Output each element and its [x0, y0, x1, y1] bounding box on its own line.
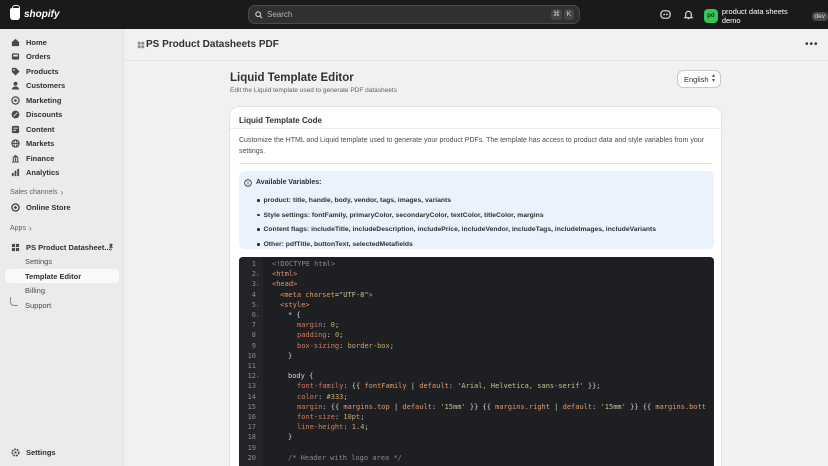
- variable-item: product: title, handle, body, vendor, ta…: [256, 193, 656, 208]
- gear-icon: [11, 447, 20, 457]
- sales-channels-label: Sales channels: [10, 189, 58, 196]
- store-name: product data sheets demo: [721, 7, 788, 25]
- nav-online-store[interactable]: Online Store: [5, 200, 119, 214]
- top-bar: shopify Search ⌘ K pd product data sheet…: [0, 0, 828, 29]
- nav-label: Marketing: [26, 95, 62, 105]
- pin-icon[interactable]: [107, 243, 115, 251]
- nav-label: Markets: [26, 139, 55, 148]
- chevron-right-icon: ›: [28, 224, 32, 233]
- fold-icon[interactable]: ⌄: [256, 371, 260, 381]
- nav-analytics[interactable]: Analytics: [5, 166, 119, 180]
- search-placeholder: Search: [267, 10, 293, 19]
- info-icon: [244, 179, 252, 187]
- person-icon: [11, 81, 20, 90]
- nav-content[interactable]: Content: [5, 122, 119, 136]
- tag-icon: [11, 67, 20, 76]
- divider: [230, 128, 721, 129]
- app-grid-icon: [137, 41, 145, 49]
- nav-markets[interactable]: Markets: [5, 137, 119, 151]
- shortcut-key-k: K: [564, 9, 574, 20]
- fold-icon[interactable]: ⌄: [256, 310, 260, 320]
- subnav-settings[interactable]: Settings: [5, 255, 119, 269]
- divider: [239, 163, 712, 164]
- language-value: English: [684, 74, 709, 84]
- nav-label: Finance: [26, 153, 55, 163]
- brand-name: shopify: [24, 8, 60, 20]
- discount-icon: [11, 110, 20, 119]
- search-icon: [255, 10, 263, 19]
- fold-icon[interactable]: ⌄: [256, 300, 260, 310]
- apps-label: Apps: [10, 225, 26, 232]
- fold-icon[interactable]: ⌄: [256, 269, 260, 279]
- nav-customers[interactable]: Customers: [5, 79, 119, 93]
- nav-discounts[interactable]: Discounts: [5, 108, 119, 122]
- info-title: Available Variables:: [256, 179, 322, 186]
- home-icon: [11, 38, 20, 46]
- apps-heading[interactable]: Apps ›: [10, 224, 32, 233]
- page-title: Liquid Template Editor: [230, 72, 354, 84]
- nav-label: Settings: [26, 447, 56, 457]
- code-editor[interactable]: 1 <!DOCTYPE html> 2 ⌄ <html> 3 ⌄ <head> 4 <met…: [239, 257, 714, 466]
- subnav-support[interactable]: Support: [5, 298, 119, 312]
- nav-label: Home: [26, 37, 47, 47]
- nav-settings[interactable]: Settings: [5, 445, 119, 459]
- app-grid-icon: [11, 243, 20, 251]
- shortcut-key-cmd: ⌘: [551, 9, 562, 20]
- target-icon: [11, 95, 20, 105]
- page-subtitle: Edit the Liquid template used to generat…: [230, 87, 397, 94]
- nav-label: PS Product Datasheet...: [26, 242, 111, 252]
- subnav-billing[interactable]: Billing: [5, 284, 119, 298]
- card-title: Liquid Template Code: [239, 116, 322, 125]
- chevron-right-icon: ›: [60, 188, 64, 197]
- nav-products[interactable]: Products: [5, 64, 119, 78]
- store-icon: [11, 202, 20, 212]
- sales-channels-heading[interactable]: Sales channels ›: [10, 188, 63, 197]
- nav-app-ps-product-datasheets[interactable]: PS Product Datasheet...: [5, 240, 119, 254]
- language-select[interactable]: English ▴ ▾: [677, 70, 721, 88]
- sidekick-icon[interactable]: [660, 9, 671, 20]
- nav-finance[interactable]: Finance: [5, 151, 119, 165]
- subnav-template-editor[interactable]: Template Editor: [5, 269, 119, 283]
- nav-label: Analytics: [26, 168, 60, 177]
- template-card: Liquid Template Code Customize the HTML …: [230, 107, 721, 466]
- variable-item: Content flags: includeTitle, includeDesc…: [256, 222, 657, 237]
- finance-icon: [11, 154, 20, 163]
- nav-label: Online Store: [26, 202, 71, 212]
- shopify-bag-icon: [10, 5, 20, 20]
- nav-label: Orders: [26, 52, 51, 61]
- store-avatar: pd: [704, 9, 718, 23]
- content-icon: [11, 125, 20, 133]
- fold-icon[interactable]: ⌄: [256, 279, 260, 289]
- nav-label: Customers: [26, 81, 66, 90]
- nav-label: Products: [26, 66, 59, 76]
- variable-item: Style settings: fontFamily, primaryColor…: [256, 208, 656, 223]
- sidebar: Home Orders Products Customers Marketing…: [0, 29, 124, 466]
- shopify-logo[interactable]: shopify: [10, 5, 60, 20]
- globe-icon: [11, 139, 20, 148]
- nav-marketing[interactable]: Marketing: [5, 93, 119, 107]
- variables-list: product: title, handle, body, vendor, ta…: [256, 193, 657, 252]
- nav-label: Discounts: [26, 110, 63, 119]
- more-actions-icon[interactable]: •••: [805, 39, 819, 50]
- search-bar[interactable]: Search ⌘ K: [248, 5, 580, 24]
- chart-icon: [11, 168, 20, 177]
- chevron-updown-icon: ▴ ▾: [711, 73, 715, 84]
- app-title: PS Product Datasheets PDF: [146, 39, 279, 50]
- card-description: Customize the HTML and Liquid template u…: [239, 137, 704, 155]
- variable-item: Other: pdfTitle, buttonText, selectedMet…: [256, 237, 656, 252]
- store-switcher[interactable]: pd product data sheets demo dev: [704, 7, 828, 25]
- dev-badge: dev: [811, 11, 828, 21]
- variables-info-banner: Available Variables: product: title, han…: [239, 171, 714, 249]
- nav-orders[interactable]: Orders: [5, 50, 119, 64]
- app-page-header: PS Product Datasheets PDF •••: [124, 29, 828, 61]
- bell-icon[interactable]: [683, 9, 694, 20]
- main-content: PS Product Datasheets PDF ••• Liquid Tem…: [124, 29, 828, 466]
- nav-label: Content: [26, 124, 55, 134]
- nav-home[interactable]: Home: [5, 35, 119, 49]
- orders-icon: [11, 53, 20, 60]
